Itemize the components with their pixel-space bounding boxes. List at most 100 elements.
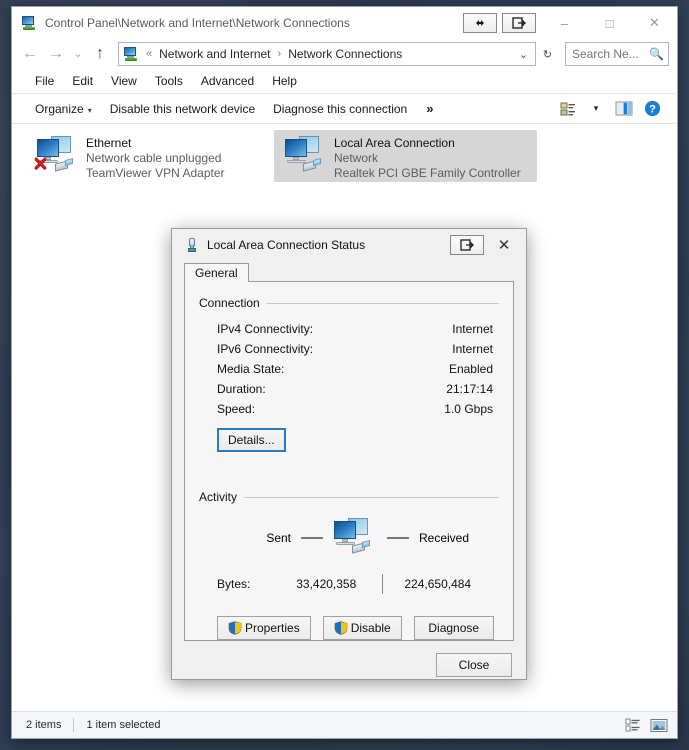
status-bar: 2 items 1 item selected [12,711,677,738]
menu-item-view[interactable]: View [102,71,146,91]
back-button[interactable]: ← [18,42,42,66]
chevron-down-glyph: ▾ [593,103,599,113]
status-divider [73,718,75,732]
connection-group-label: Connection [199,296,260,310]
connection-status-dialog: Local Area Connection Status ✕ General C… [171,228,527,680]
preview-pane-icon[interactable] [611,97,637,121]
organize-label: Organize [35,101,84,116]
dialog-action-buttons: Properties Disable Diagnose [199,616,499,640]
breadcrumb-segment-0[interactable]: Network and Internet [157,46,272,62]
details-button-wrap: Details... [199,428,499,452]
recent-locations-button[interactable]: ⌄ [70,42,86,66]
close-button[interactable]: ✕ [632,8,677,39]
move-window-button[interactable] [450,234,484,255]
disable-label: Disable [350,621,391,635]
change-view-dropdown-icon[interactable]: ▾ [583,97,609,121]
connection-group-header: Connection [199,296,499,310]
help-icon[interactable]: ? [639,97,665,121]
search-box[interactable]: 🔍 [565,42,669,66]
properties-label: Properties [245,621,300,635]
connection-status: Network [334,151,379,165]
menu-item-tools[interactable]: Tools [146,71,192,91]
maximize-button[interactable]: □ [587,8,632,39]
properties-button[interactable]: Properties [217,616,311,640]
list-item[interactable]: Local Area Connection Network Realtek PC… [274,130,537,182]
network-adapter-icon [280,134,328,178]
connection-name: Ethernet [86,136,132,150]
titlebar-extra-buttons [463,13,536,33]
disable-device-button[interactable]: Disable this network device [101,97,264,121]
disable-button[interactable]: Disable [322,616,402,640]
table-row: Speed: 1.0 Gbps [199,399,499,419]
menu-item-file[interactable]: File [26,71,63,91]
connection-adapter: Realtek PCI GBE Family Controller [334,166,521,180]
ipv6-connectivity-value: Internet [452,342,493,356]
network-connector-icon [184,237,200,253]
large-icons-view-icon[interactable] [649,716,669,734]
move-window-button[interactable] [502,13,536,33]
details-button[interactable]: Details... [217,428,286,452]
dialog-tab-page: Connection IPv4 Connectivity: Internet I… [184,281,514,641]
duration-value: 21:17:14 [446,382,493,396]
connection-adapter: TeamViewer VPN Adapter [86,166,225,180]
received-label: Received [419,531,470,545]
menu-item-help[interactable]: Help [263,71,306,91]
activity-group-header: Activity [199,490,499,504]
speed-label: Speed: [217,402,256,416]
dialog-footer: Close [172,641,526,689]
search-icon: 🔍 [649,47,664,61]
forward-button[interactable]: → [44,42,68,66]
bytes-received-value: 224,650,484 [404,577,472,591]
organize-button[interactable]: Organize ▾ [26,97,101,121]
speed-value: 1.0 Gbps [444,402,493,416]
duration-label: Duration: [217,382,266,396]
media-state-label: Media State: [217,362,285,376]
dialog-title: Local Area Connection Status [207,237,366,252]
bytes-label: Bytes: [217,577,251,591]
menu-item-advanced[interactable]: Advanced [192,71,263,91]
refresh-icon[interactable]: ↻ [538,43,557,65]
window-title: Control Panel\Network and Internet\Netwo… [45,16,350,30]
minimize-button[interactable]: – [542,8,587,39]
resize-horizontal-button[interactable] [463,13,497,33]
ipv4-connectivity-value: Internet [452,322,493,336]
connection-properties-table: IPv4 Connectivity: Internet IPv6 Connect… [199,319,499,419]
breadcrumb-overflow[interactable]: « [142,48,156,60]
up-button[interactable]: ↑ [88,42,112,66]
ipv6-connectivity-label: IPv6 Connectivity: [217,342,314,356]
menu-bar: File Edit View Tools Advanced Help [12,69,677,93]
list-item[interactable]: ✕ Ethernet Network cable unplugged TeamV… [26,130,281,182]
activity-section: Activity Sent Received Bytes: 33,420,358… [199,490,499,594]
bytes-sent-value: 33,420,358 [296,577,357,591]
sent-dash-icon [301,537,323,539]
window-titlebar: Control Panel\Network and Internet\Netwo… [12,7,677,39]
command-overflow-button[interactable]: » [416,98,443,119]
item-count-label: 2 items [26,719,62,731]
disconnected-icon: ✕ [32,154,49,175]
dialog-title-controls: ✕ [450,230,520,259]
activity-direction-row: Sent Received [199,518,499,558]
breadcrumb-segment-1[interactable]: Network Connections [286,46,404,62]
close-button[interactable]: Close [436,653,512,677]
address-dropdown-icon[interactable]: ⌄ [514,43,533,65]
address-bar[interactable]: « Network and Internet › Network Connect… [118,42,536,66]
diagnose-connection-button[interactable]: Diagnose this connection [264,97,416,121]
dialog-tabstrip: General [172,260,526,282]
network-adapter-icon: ✕ [32,134,80,178]
diagnose-button[interactable]: Diagnose [413,616,494,640]
change-view-icon[interactable] [555,97,581,121]
network-connections-icon [21,15,37,31]
menu-item-edit[interactable]: Edit [63,71,102,91]
view-toggle-group [623,716,669,734]
received-dash-icon [387,537,409,539]
dialog-close-button[interactable]: ✕ [488,230,520,259]
search-input[interactable] [570,46,650,62]
sent-label: Sent [266,531,291,545]
group-divider [244,496,499,498]
details-view-icon[interactable] [623,716,643,734]
dialog-titlebar: Local Area Connection Status ✕ [172,229,526,260]
tab-general[interactable]: General [184,263,249,282]
command-bar-icons: ▾ ? [555,97,677,121]
breadcrumb: « Network and Internet › Network Connect… [142,46,514,62]
breadcrumb-separator-0: › [277,48,282,60]
